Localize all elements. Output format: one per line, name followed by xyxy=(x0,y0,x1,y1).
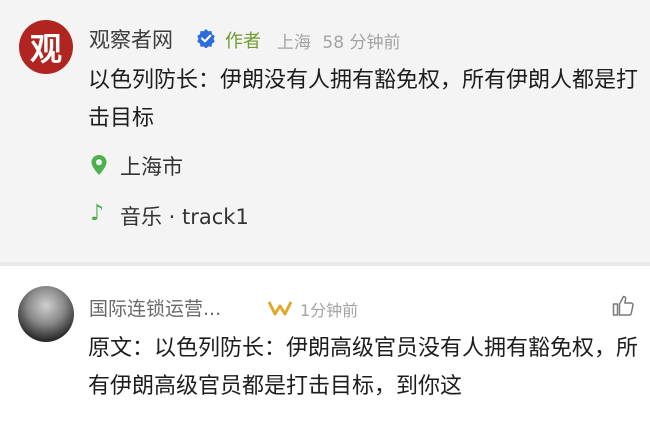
post-meta: 上海 58 分钟前 xyxy=(277,28,406,53)
music-note-icon: ♪ xyxy=(90,201,105,226)
comment-time: 1分钟前 xyxy=(300,301,359,320)
location-label[interactable]: 上海市 xyxy=(120,151,183,181)
author-name[interactable]: 观察者网 xyxy=(89,24,173,54)
post-location-meta: 上海 xyxy=(277,33,311,53)
commenter-name[interactable]: 国际连锁运营... xyxy=(89,294,221,321)
music-label[interactable]: 音乐 · track1 xyxy=(120,201,249,231)
verified-badge-icon xyxy=(197,29,215,48)
author-avatar[interactable]: 观 xyxy=(19,20,73,74)
post-text: 以色列防长：伊朗没有人拥有豁免权，所有伊朗人都是打击目标 xyxy=(88,68,639,131)
location-pin-icon xyxy=(91,155,107,175)
commenter-avatar[interactable] xyxy=(18,286,74,342)
comment-text: 原文：以色列防长：伊朗高级官员没有人拥有豁免权，所有伊朗高级官员都是打击目标，到… xyxy=(88,336,639,399)
author-tag: 作者 xyxy=(225,31,261,52)
comment-item: 国际连锁运营... 1分钟前 原文：以色列防长：伊朗高级官员没有人拥有豁免权，所… xyxy=(0,266,650,434)
avatar-glyph: 观 xyxy=(29,30,62,68)
post-card: 观 观察者网 作者 上海 58 分钟前 以色列防长：伊朗没有人拥有豁免权，所有伊… xyxy=(0,0,650,262)
post-time: 58 分钟前 xyxy=(322,33,401,53)
vip-badge-icon xyxy=(267,301,293,316)
thumbs-up-icon[interactable] xyxy=(611,294,635,318)
